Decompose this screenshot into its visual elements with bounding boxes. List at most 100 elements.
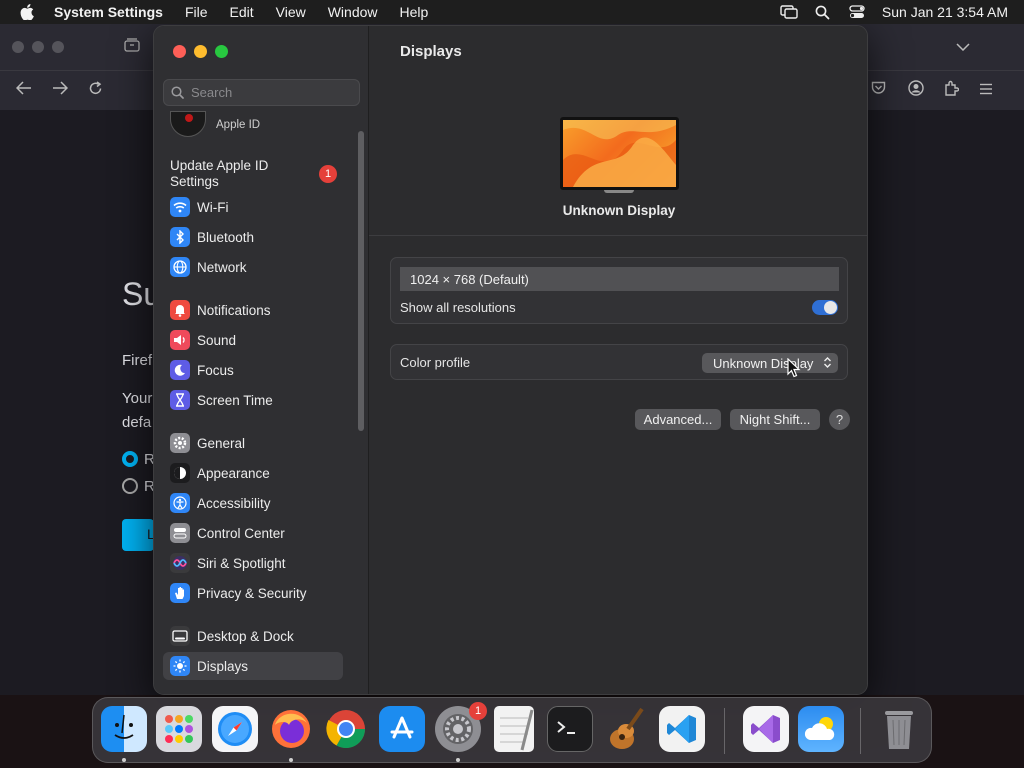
sidebar-item-focus[interactable]: Focus [163,356,343,384]
hamburger-menu-icon[interactable] [979,82,993,100]
window-zoom-button[interactable] [215,45,228,58]
sidebar-item-wi-fi[interactable]: Wi-Fi [163,193,343,221]
sidebar-item-label: Wi-Fi [197,199,229,215]
dock-trash-icon[interactable] [876,706,922,752]
dock-system-settings-icon[interactable]: 1 [435,702,487,752]
system-settings-running-indicator [456,758,460,762]
dock-app-store-icon[interactable] [379,706,425,752]
system-settings-window: Search Apple ID Update Apple ID Settings… [153,25,868,695]
account-icon[interactable] [908,80,924,101]
control-center-icon [170,523,190,543]
sidebar-item-label: Network [197,259,247,275]
dock-weather-icon[interactable] [798,706,844,752]
menu-view[interactable]: View [265,4,317,20]
sidebar-item-label: Screen Time [197,392,273,408]
section-divider [369,235,867,236]
spotlight-search-icon[interactable] [806,5,840,20]
dock-terminal-icon[interactable] [547,706,593,752]
sidebar-item-accessibility[interactable]: Accessibility [163,489,343,517]
sidebar-item-displays[interactable]: Displays [163,652,343,680]
wifi-icon [170,197,190,217]
color-profile-label: Color profile [400,355,471,370]
page-primary-button[interactable]: L [122,519,155,551]
apple-id-avatar[interactable] [170,111,206,137]
menu-edit[interactable]: Edit [219,4,265,20]
dock-textedit-icon[interactable] [494,706,534,752]
siri-icon [170,553,190,573]
sidebar-item-desktop-dock[interactable]: Desktop & Dock [163,622,343,650]
menu-file[interactable]: File [174,4,219,20]
update-badge: 1 [319,165,337,183]
sidebar-item-label: Control Center [197,525,285,541]
sidebar-item-label: Siri & Spotlight [197,555,286,571]
dock-garageband-icon[interactable] [603,706,649,752]
sidebar-item-bluetooth[interactable]: Bluetooth [163,223,343,251]
wallpaper-image [563,120,676,187]
menubar-clock[interactable]: Sun Jan 21 3:54 AM [882,4,1008,20]
firefox-running-indicator [289,758,293,762]
show-all-resolutions-toggle[interactable] [812,300,838,315]
forward-arrow-icon[interactable] [52,81,69,100]
page-text-fragment-2: Your [122,390,153,407]
control-center-menubar-icon[interactable] [840,5,874,19]
advanced-button[interactable]: Advanced... [635,409,721,430]
system-settings-badge: 1 [469,702,487,720]
radio-option-1[interactable] [122,451,138,467]
dock-vscode-icon[interactable] [659,706,705,752]
tab-list-chevron-icon[interactable] [956,38,970,56]
tab-overview-icon[interactable] [124,37,140,57]
help-button[interactable]: ? [829,409,850,430]
sidebar-item-general[interactable]: General [163,429,343,457]
color-profile-popup[interactable]: Unknown Display [702,353,838,373]
sidebar-item-screen-time[interactable]: Screen Time [163,386,343,414]
sidebar-item-sound[interactable]: Sound [163,326,343,354]
menu-app-name[interactable]: System Settings [54,4,174,20]
dock-launchpad-icon[interactable] [156,706,202,752]
sidebar-item-label: Bluetooth [197,229,255,245]
color-profile-card: Color profile Unknown Display [390,344,848,380]
sidebar-item-network[interactable]: Network [163,253,343,281]
sidebar-item-siri-spotlight[interactable]: Siri & Spotlight [163,549,343,577]
update-apple-id-settings[interactable]: Update Apple ID Settings [170,158,310,190]
hourglass-icon [170,390,190,410]
dock-visual-studio-icon[interactable] [743,706,789,752]
window-close-inactive-icon[interactable] [12,41,24,53]
resolution-option[interactable]: 1024 × 768 (Default) [400,267,839,291]
dock-safari-icon[interactable] [212,706,258,752]
night-shift-button[interactable]: Night Shift... [730,409,820,430]
apple-id-label[interactable]: Apple ID [216,119,260,131]
back-arrow-icon[interactable] [15,81,32,100]
search-icon [171,86,184,99]
sidebar-item-label: Privacy & Security [197,585,307,601]
sidebar-item-appearance[interactable]: Appearance [163,459,343,487]
window-close-button[interactable] [173,45,186,58]
display-thumbnail[interactable] [560,117,679,190]
screen-mirroring-icon[interactable] [772,5,806,19]
sidebar-search-field[interactable]: Search [163,79,360,106]
sidebar-item-privacy-security[interactable]: Privacy & Security [163,579,343,607]
dock-chrome-icon[interactable] [323,706,369,752]
menu-window[interactable]: Window [317,4,389,20]
accessibility-icon [170,493,190,513]
radio-option-2[interactable] [122,478,138,494]
window-minimize-button[interactable] [194,45,207,58]
dock-finder-icon[interactable] [101,706,147,752]
window-zoom-inactive-icon[interactable] [52,41,64,53]
reload-icon[interactable] [88,80,103,101]
hand-icon [170,583,190,603]
sidebar-item-control-center[interactable]: Control Center [163,519,343,547]
settings-sidebar: Search Apple ID Update Apple ID Settings… [154,26,369,694]
sidebar-scrollbar[interactable] [358,131,364,431]
window-minimize-inactive-icon[interactable] [32,41,44,53]
finder-running-indicator [122,758,126,762]
chevron-up-down-icon [824,357,831,368]
speaker-icon [170,330,190,350]
display-stand [604,190,634,193]
extensions-icon[interactable] [944,80,960,101]
menu-help[interactable]: Help [389,4,440,20]
pocket-icon[interactable] [871,81,886,100]
sidebar-item-notifications[interactable]: Notifications [163,296,343,324]
apple-menu-icon[interactable] [0,4,54,20]
window-controls [173,45,228,58]
dock-firefox-icon[interactable] [268,706,314,752]
